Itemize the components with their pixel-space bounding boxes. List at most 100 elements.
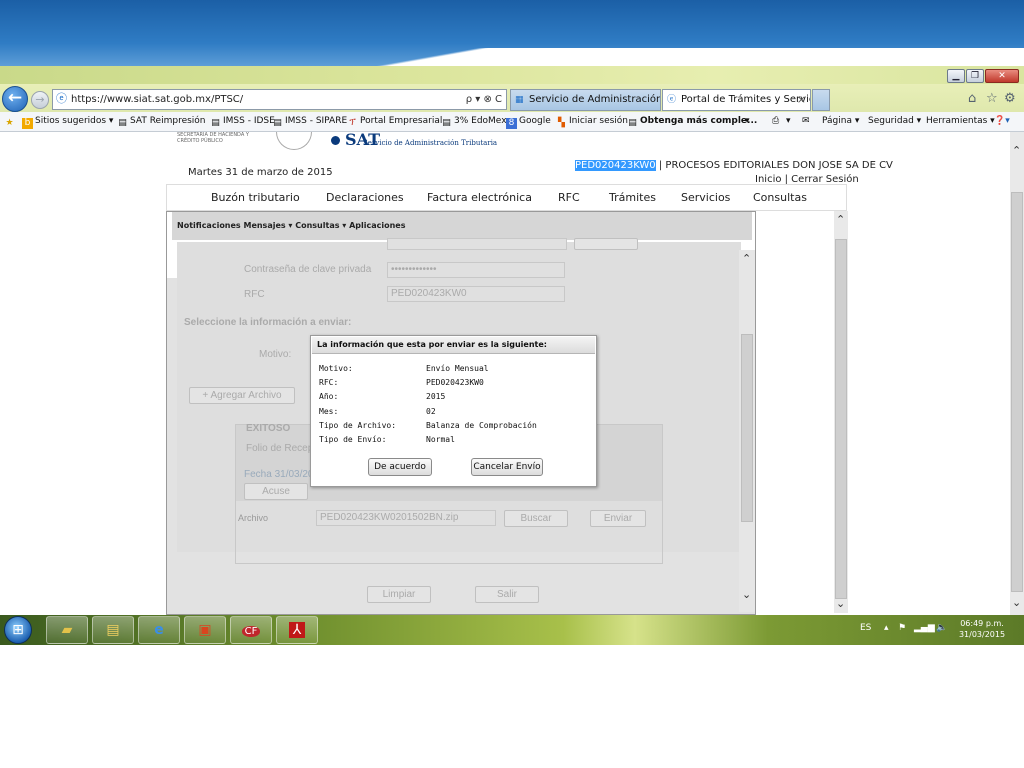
- buscar-button[interactable]: Buscar: [504, 510, 568, 527]
- chevron-up-icon[interactable]: ⌃: [1012, 145, 1021, 156]
- address-bar[interactable]: ⓔ https://www.siat.sat.gob.mx/PTSC/ ρ ▾ …: [52, 89, 507, 110]
- salir-button[interactable]: Salir: [475, 586, 539, 603]
- fav-edomex[interactable]: ▤ 3% EdoMex: [441, 112, 506, 131]
- secondary-nav[interactable]: Notificaciones Mensajes ▾ Consultas ▾ Ap…: [172, 212, 752, 240]
- menu-servicios[interactable]: Servicios: [681, 191, 730, 204]
- taskbar-ie[interactable]: e: [138, 616, 180, 644]
- rfc-label: RFC: [244, 289, 265, 300]
- taskbar-folders[interactable]: ▰: [46, 616, 88, 644]
- page-icon: ▤: [273, 118, 282, 128]
- tab-portal-tramites[interactable]: ⓔ Portal de Trámites y Servici... ×: [662, 89, 811, 111]
- windows-icon: ▚: [558, 118, 565, 128]
- maximize-button[interactable]: ❐: [966, 69, 984, 83]
- fav-iniciar-sesion[interactable]: ▚ Iniciar sesión: [556, 112, 628, 131]
- fav-imss-idse[interactable]: ▤ IMSS - IDSE: [210, 112, 275, 131]
- taskbar-explorer[interactable]: ▤: [92, 616, 134, 644]
- screenshot: ▁ ❐ ✕ ← → ⓔ https://www.siat.sat.gob.mx/…: [0, 66, 1024, 645]
- tray-expand-icon[interactable]: ▴: [884, 623, 889, 633]
- fav-imss-sipare[interactable]: ▤ IMSS - SIPARE: [272, 112, 347, 131]
- volume-icon[interactable]: 🔈: [936, 623, 947, 633]
- tab-label: Portal de Trámites y Servici...: [681, 94, 810, 105]
- taskbar-acrobat[interactable]: ⅄: [276, 616, 318, 644]
- mail-icon[interactable]: ✉: [802, 112, 810, 131]
- language-indicator[interactable]: ES: [860, 623, 871, 633]
- chevron-up-icon[interactable]: ⌃: [742, 253, 751, 264]
- chevron-down-icon[interactable]: ⌄: [836, 598, 845, 609]
- taskbar-office[interactable]: ▣: [184, 616, 226, 644]
- acuse-button[interactable]: Acuse: [244, 483, 308, 500]
- chevron-down-icon[interactable]: ⌄: [742, 589, 751, 600]
- fav-sitios-sugeridos[interactable]: b Sitios sugeridos ▾: [22, 112, 113, 131]
- print-dropdown[interactable]: ▾: [786, 112, 791, 131]
- start-button[interactable]: ⊞: [4, 616, 32, 644]
- limpiar-button[interactable]: Limpiar: [367, 586, 431, 603]
- gear-icon[interactable]: ⚙: [1004, 92, 1016, 106]
- enviar-button[interactable]: Enviar: [590, 510, 646, 527]
- add-file-button[interactable]: + Agregar Archivo: [189, 387, 295, 404]
- frame-scroll-thumb[interactable]: [741, 334, 753, 522]
- fav-obtenga-mas[interactable]: ▤ Obtenga más comple...: [627, 112, 757, 131]
- menu-seguridad[interactable]: Seguridad ▾: [868, 112, 921, 131]
- slide-header-band: [0, 0, 1024, 78]
- office-icon: ▣: [198, 622, 212, 638]
- accept-button[interactable]: De acuerdo: [368, 458, 432, 476]
- favorites-star-icon[interactable]: ☆: [986, 92, 998, 106]
- menu-rfc[interactable]: RFC: [558, 191, 580, 204]
- action-center-flag-icon[interactable]: ⚑: [898, 623, 906, 633]
- system-clock[interactable]: 06:49 p.m. 31/03/2015: [958, 618, 1006, 640]
- fav-google[interactable]: 8 Google: [506, 112, 551, 131]
- menu-declaraciones[interactable]: Declaraciones: [326, 191, 404, 204]
- window-scroll-thumb[interactable]: [1011, 192, 1023, 592]
- file-explorer-icon: ▤: [106, 622, 120, 638]
- rfc-input[interactable]: PED020423KW0: [387, 286, 565, 302]
- frame-scrollbar[interactable]: ⌃ ⌄: [739, 250, 755, 612]
- password-input[interactable]: •••••••••••••: [387, 262, 565, 278]
- chevron-up-icon[interactable]: ⌃: [836, 214, 845, 225]
- print-icon[interactable]: ⎙: [772, 112, 779, 131]
- back-button[interactable]: ←: [2, 86, 28, 112]
- sat-logo-dot: [331, 136, 340, 145]
- menu-tramites[interactable]: Trámites: [609, 191, 656, 204]
- close-window-button[interactable]: ✕: [985, 69, 1019, 83]
- chevron-down-icon[interactable]: ⌄: [1012, 597, 1021, 608]
- fav-sat-reimpresion[interactable]: ▤ SAT Reimpresión: [117, 112, 205, 131]
- tab-label: Servicio de Administración Tri...: [529, 94, 661, 105]
- address-text: https://www.siat.sat.gob.mx/PTSC/: [71, 94, 244, 105]
- forward-button[interactable]: →: [31, 91, 49, 109]
- user-identity: PED020423KW0 | PROCESOS EDITORIALES DON …: [575, 160, 893, 171]
- folders-icon: ▰: [61, 622, 73, 638]
- menu-consultas[interactable]: Consultas: [753, 191, 807, 204]
- arrow-right-icon: →: [35, 93, 45, 106]
- menu-herramientas[interactable]: Herramientas ▾: [926, 112, 995, 131]
- windows-logo-icon: ⊞: [12, 622, 24, 638]
- clock-date: 31/03/2015: [958, 630, 1006, 639]
- minimize-button[interactable]: ▁: [947, 69, 965, 83]
- favorites-star-icon[interactable]: ★: [4, 112, 17, 131]
- google-icon: 8: [506, 118, 517, 129]
- page-icon: ▤: [118, 118, 127, 128]
- rfc-selected: PED020423KW0: [575, 160, 656, 171]
- menu-buzon-tributario[interactable]: Buzón tributario: [211, 191, 300, 204]
- address-controls[interactable]: ρ ▾ ⊗ C: [466, 90, 502, 109]
- tab-close-icon[interactable]: ×: [797, 90, 806, 110]
- taskbar-cf[interactable]: CF: [230, 616, 272, 644]
- page-scroll-thumb[interactable]: [835, 239, 847, 599]
- upper-button[interactable]: [574, 238, 638, 250]
- tab-sat-servicio[interactable]: ▦ Servicio de Administración Tri...: [510, 89, 661, 111]
- menu-factura-electronica[interactable]: Factura electrónica: [427, 191, 532, 204]
- menu-pagina[interactable]: Página ▾: [822, 112, 859, 131]
- fav-portal-empresarial[interactable]: ፕ Portal Empresarial: [347, 112, 442, 131]
- sat-logo-subtitle: Servicio de Administración Tributaria: [363, 139, 498, 147]
- window-scrollbar[interactable]: ⌃ ⌄: [1010, 132, 1024, 615]
- new-tab-button[interactable]: [812, 89, 830, 111]
- help-icon[interactable]: ❓▾: [994, 112, 1010, 131]
- cancel-send-button[interactable]: Cancelar Envío: [471, 458, 543, 476]
- ie-icon: ⓔ: [56, 92, 67, 105]
- fav-dropdown[interactable]: ▾: [745, 112, 750, 131]
- home-icon[interactable]: ⌂: [968, 92, 976, 106]
- upper-field[interactable]: [387, 238, 567, 250]
- network-signal-icon[interactable]: ▂▄▆: [914, 623, 935, 633]
- page-scrollbar[interactable]: ⌃ ⌄: [834, 211, 848, 613]
- folio-label: Folio de Recep: [246, 443, 314, 454]
- archivo-input[interactable]: PED020423KW0201502BN.zip: [316, 510, 496, 526]
